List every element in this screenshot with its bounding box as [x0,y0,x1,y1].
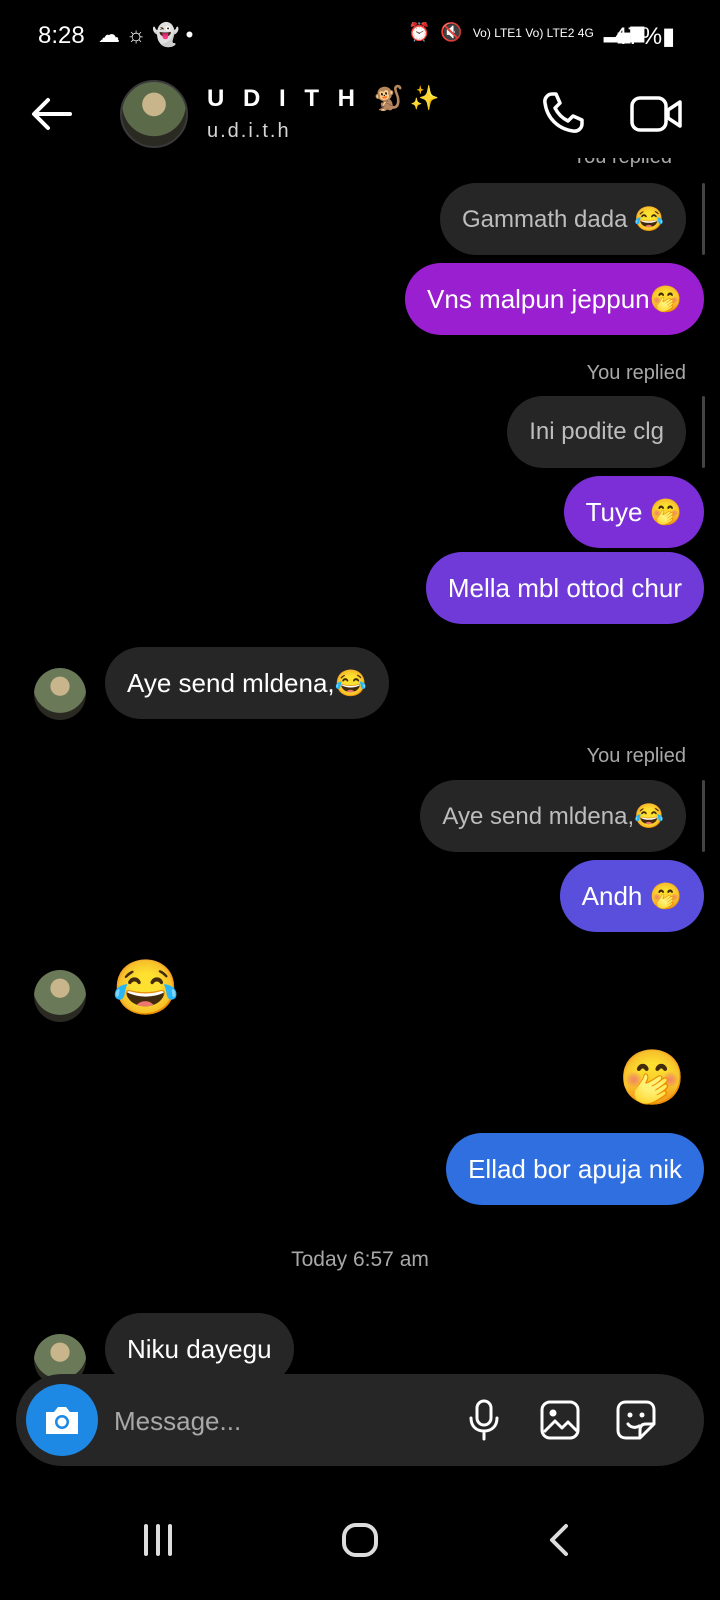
recent-apps-icon[interactable] [128,1510,188,1570]
gallery-icon[interactable] [538,1398,582,1442]
system-nav-bar [0,1480,720,1600]
reply-bar [702,780,705,852]
received-message-bubble[interactable]: Aye send mldena,😂 [105,647,390,719]
message-composer [16,1374,704,1466]
contact-avatar[interactable] [120,80,188,148]
message-input[interactable] [112,1396,446,1446]
mute-icon: 🔇 [440,22,463,42]
home-icon[interactable] [330,1510,390,1570]
battery-text: 47% [614,23,663,50]
sent-message-bubble[interactable]: Tuye 🤭 [563,476,704,548]
battery-level: 47%▮ [614,22,675,51]
back-nav-icon[interactable] [530,1510,590,1570]
camera-icon [46,1407,78,1434]
camera-button[interactable] [26,1384,98,1456]
reply-bar [702,396,705,468]
back-arrow-icon[interactable] [28,90,76,138]
phone-call-icon[interactable] [538,88,588,138]
sticker-icon[interactable] [614,1398,658,1442]
contact-username[interactable]: u.d.i.t.h [207,120,291,143]
status-time: 8:28 [38,22,85,49]
sent-message-bubble[interactable]: Andh 🤭 [559,860,704,932]
status-bar: 8:28 ☁☼👻• ⏰ 🔇 Vo) LTE1 Vo) LTE2 4G ▂▄▆ 4… [0,0,720,70]
status-right-icons: ⏰ 🔇 Vo) LTE1 Vo) LTE2 4G ▂▄▆ [408,22,644,43]
chat-header: U D I T H 🐒✨ u.d.i.t.h [0,70,720,162]
sent-message-bubble[interactable]: Ellad bor apuja nik [446,1133,704,1205]
network-text: Vo) LTE1 Vo) LTE2 4G [472,25,594,40]
reply-label: You replied [586,362,686,384]
sent-emoji-message[interactable]: 🤭 [619,1048,686,1108]
reply-label: You replied [586,745,686,767]
cloud-icon: ☁ [98,22,126,47]
alarm-icon: ⏰ [408,22,431,42]
sent-message-bubble[interactable]: Vns malpun jeppun🤭 [405,263,704,335]
received-emoji-message[interactable]: 😂 [112,958,179,1018]
sender-avatar[interactable] [34,970,86,1022]
quoted-reply-bubble[interactable]: Gammath dada 😂 [440,183,686,255]
sun-icon: ☼ [126,22,153,47]
snapchat-icon: 👻 [152,22,186,47]
status-left-icons: ☁☼👻• [98,22,199,48]
sender-avatar[interactable] [34,668,86,720]
dot-icon: • [185,22,200,47]
microphone-icon[interactable] [462,1398,506,1442]
quoted-reply-bubble[interactable]: Aye send mldena,😂 [420,780,686,852]
quoted-reply-bubble[interactable]: Ini podite clg [507,396,686,468]
reply-bar [702,183,705,255]
sent-message-bubble[interactable]: Mella mbl ottod chur [425,552,704,624]
timestamp-divider: Today 6:57 am [291,1248,429,1271]
video-call-icon[interactable] [630,90,682,138]
battery-icon: ▮ [662,23,676,50]
contact-name[interactable]: U D I T H 🐒✨ [207,84,445,113]
